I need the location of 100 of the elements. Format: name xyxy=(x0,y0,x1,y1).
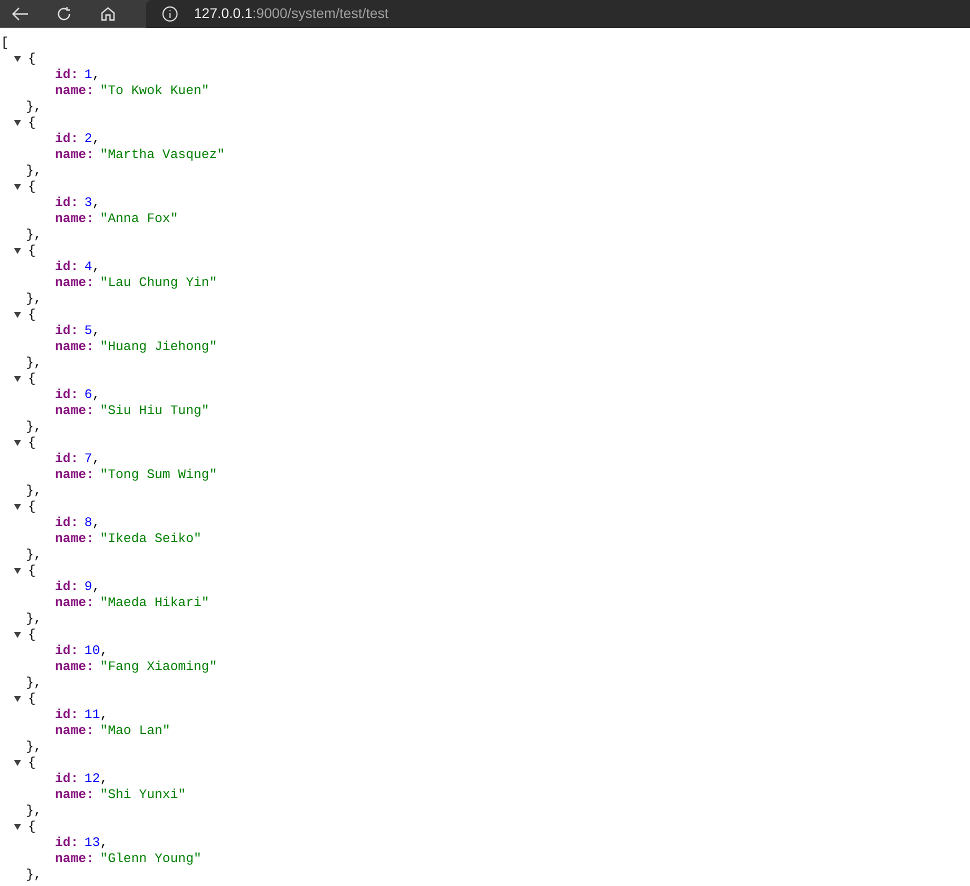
json-key: id: xyxy=(55,515,78,531)
toggle-arrow-icon[interactable] xyxy=(13,758,22,768)
open-brace: { xyxy=(28,499,36,515)
close-brace: }, xyxy=(26,355,42,370)
close-brace: }, xyxy=(26,803,42,818)
toggle-arrow-icon[interactable] xyxy=(13,310,22,320)
json-value: "Shi Yunxi" xyxy=(100,787,186,803)
json-value: 4 xyxy=(84,259,92,275)
json-value: 2 xyxy=(84,131,92,147)
close-brace: }, xyxy=(26,675,42,690)
close-brace: }, xyxy=(26,867,42,882)
close-brace: }, xyxy=(26,227,42,242)
json-value: 7 xyxy=(84,451,92,467)
open-brace: { xyxy=(28,179,36,195)
json-key: name: xyxy=(55,467,94,483)
comma: , xyxy=(92,131,100,147)
json-value: 8 xyxy=(84,515,92,531)
json-key: name: xyxy=(55,531,94,547)
json-key: name: xyxy=(55,659,94,675)
json-key: name: xyxy=(55,83,94,99)
json-value: 3 xyxy=(84,195,92,211)
toggle-arrow-icon[interactable] xyxy=(13,822,22,832)
comma: , xyxy=(92,579,100,595)
comma: , xyxy=(92,451,100,467)
reload-icon xyxy=(56,6,72,22)
json-key: name: xyxy=(55,403,94,419)
json-key: name: xyxy=(55,787,94,803)
comma: , xyxy=(92,323,100,339)
close-brace: }, xyxy=(26,99,42,114)
toggle-arrow-icon[interactable] xyxy=(13,182,22,192)
json-value: "To Kwok Kuen" xyxy=(100,83,210,99)
comma: , xyxy=(100,835,108,851)
json-key: name: xyxy=(55,339,94,355)
json-key: name: xyxy=(55,595,94,611)
json-key: id: xyxy=(55,323,78,339)
toggle-arrow-icon[interactable] xyxy=(13,118,22,128)
json-value: "Fang Xiaoming" xyxy=(100,659,218,675)
close-brace: }, xyxy=(26,483,42,498)
json-value: 12 xyxy=(84,771,100,787)
json-value: "Glenn Young" xyxy=(100,851,202,867)
json-value: "Maeda Hikari" xyxy=(100,595,210,611)
comma: , xyxy=(100,707,108,723)
json-value: 5 xyxy=(84,323,92,339)
address-bar[interactable]: 127.0.0.1:9000/system/test/test xyxy=(146,0,970,28)
toggle-arrow-icon[interactable] xyxy=(13,566,22,576)
back-icon xyxy=(11,6,29,20)
toggle-arrow-icon[interactable] xyxy=(13,374,22,384)
json-value: "Ikeda Seiko" xyxy=(100,531,202,547)
close-brace: }, xyxy=(26,547,42,562)
json-value: "Huang Jiehong" xyxy=(100,339,218,355)
comma: , xyxy=(92,387,100,403)
json-key: name: xyxy=(55,723,94,739)
json-value: "Mao Lan" xyxy=(100,723,170,739)
json-value: "Anna Fox" xyxy=(100,211,178,227)
json-key: name: xyxy=(55,851,94,867)
toggle-arrow-icon[interactable] xyxy=(13,694,22,704)
json-key: name: xyxy=(55,211,94,227)
close-brace: }, xyxy=(26,611,42,626)
open-brace: { xyxy=(28,51,36,67)
json-value: "Martha Vasquez" xyxy=(100,147,225,163)
json-key: id: xyxy=(55,259,78,275)
json-value: 13 xyxy=(84,835,100,851)
toggle-arrow-icon[interactable] xyxy=(13,246,22,256)
json-value: "Tong Sum Wing" xyxy=(100,467,218,483)
open-brace: { xyxy=(28,371,36,387)
json-key: id: xyxy=(55,67,78,83)
json-key: id: xyxy=(55,131,78,147)
json-key: name: xyxy=(55,147,94,163)
comma: , xyxy=(92,515,100,531)
open-bracket: [ xyxy=(1,35,9,50)
close-brace: }, xyxy=(26,419,42,434)
json-key: id: xyxy=(55,643,78,659)
json-key: id: xyxy=(55,707,78,723)
json-value: 6 xyxy=(84,387,92,403)
info-icon xyxy=(162,6,178,22)
close-brace: }, xyxy=(26,291,42,306)
toggle-arrow-icon[interactable] xyxy=(13,438,22,448)
open-brace: { xyxy=(28,435,36,451)
comma: , xyxy=(92,195,100,211)
json-value: 10 xyxy=(84,643,100,659)
open-brace: { xyxy=(28,691,36,707)
url-text: 127.0.0.1:9000/system/test/test xyxy=(194,4,389,23)
comma: , xyxy=(100,771,108,787)
comma: , xyxy=(92,67,100,83)
json-key: id: xyxy=(55,771,78,787)
toggle-arrow-icon[interactable] xyxy=(13,502,22,512)
json-value: 9 xyxy=(84,579,92,595)
open-brace: { xyxy=(28,307,36,323)
json-key: id: xyxy=(55,387,78,403)
toggle-arrow-icon[interactable] xyxy=(13,630,22,640)
json-key: id: xyxy=(55,451,78,467)
json-key: name: xyxy=(55,275,94,291)
json-key: id: xyxy=(55,835,78,851)
toggle-arrow-icon[interactable] xyxy=(13,54,22,64)
open-brace: { xyxy=(28,115,36,131)
json-key: id: xyxy=(55,579,78,595)
open-brace: { xyxy=(28,819,36,835)
json-value: "Lau Chung Yin" xyxy=(100,275,218,291)
comma: , xyxy=(92,259,100,275)
open-brace: { xyxy=(28,755,36,771)
